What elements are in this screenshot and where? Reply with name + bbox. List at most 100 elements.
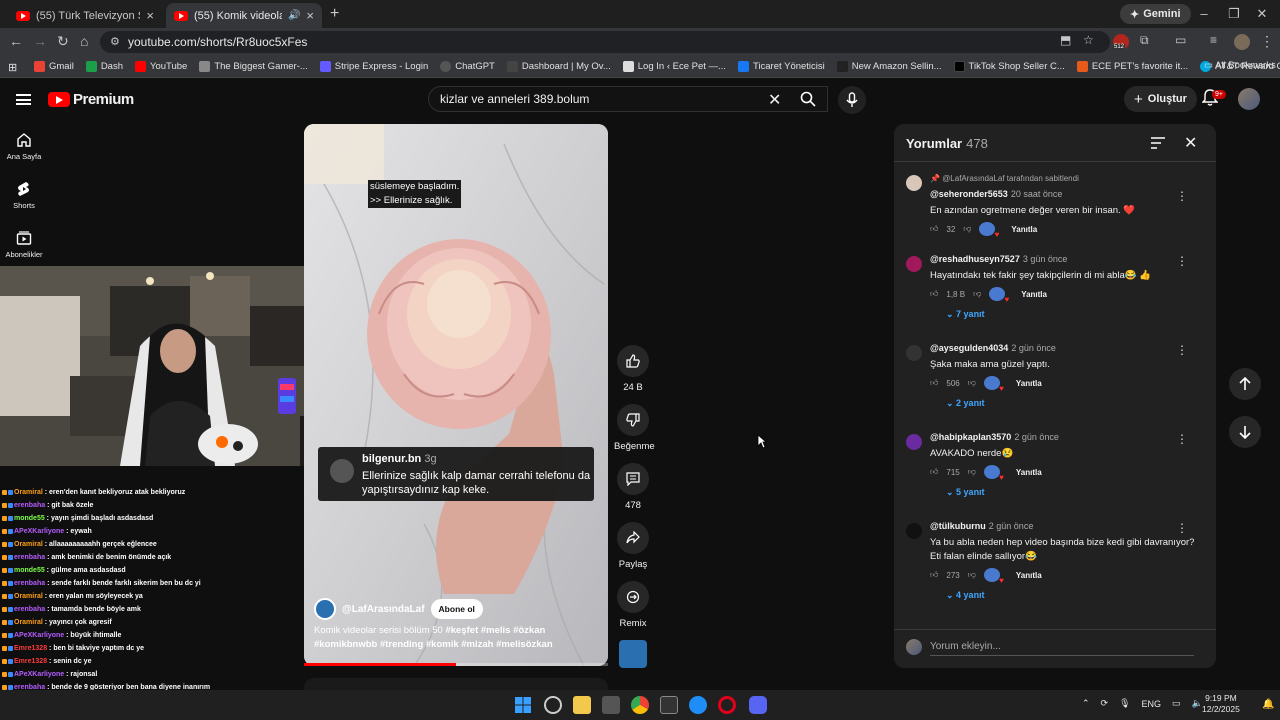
search-button[interactable] xyxy=(788,86,828,112)
bookmark-amazon[interactable]: New Amazon Sellin... xyxy=(836,61,942,72)
gemini-button[interactable]: ✦ Gemini xyxy=(1120,4,1191,24)
language-indicator[interactable]: ENG xyxy=(1142,699,1162,709)
guide-item-shorts[interactable]: Shorts xyxy=(0,181,48,210)
add-comment-input[interactable]: Yorum ekleyin... xyxy=(930,641,1194,656)
comment-author[interactable]: @habipkaplan3570 2 gün önce xyxy=(930,432,1059,442)
bookmark-dashboard[interactable]: Dashboard | My Ov... xyxy=(506,61,611,72)
discord-icon[interactable] xyxy=(749,696,767,714)
reply-button[interactable]: Yanıtla xyxy=(1011,225,1037,234)
comment-like-icon[interactable]: 👍︎ xyxy=(930,289,938,299)
install-app-icon[interactable]: ⬒ xyxy=(1060,33,1071,47)
comment-author[interactable]: @seheronder5653 20 saat önce xyxy=(930,189,1062,199)
microphone-tray-icon[interactable]: 🎙 xyxy=(1119,698,1130,709)
voice-search-button[interactable] xyxy=(838,86,866,114)
comment-dislike-icon[interactable]: 👎︎ xyxy=(968,378,976,388)
url-field[interactable]: ⚙ youtube.com/shorts/Rr8uoc5xFes xyxy=(100,31,1110,53)
sync-icon[interactable]: ⟳ xyxy=(1101,698,1109,709)
comment-menu-icon[interactable]: ⋮ xyxy=(1176,432,1188,446)
create-button[interactable]: + Oluştur xyxy=(1124,86,1197,112)
site-info-icon[interactable]: ⚙ xyxy=(110,35,120,48)
kebab-menu-icon[interactable]: ⋮ xyxy=(1260,33,1274,50)
comment-menu-icon[interactable]: ⋮ xyxy=(1176,189,1188,203)
comment-like-icon[interactable]: 👍︎ xyxy=(930,378,938,388)
guide-item-subscriptions[interactable]: Abonelikler xyxy=(0,230,48,259)
capcut-icon[interactable] xyxy=(660,696,678,714)
dislike-button[interactable]: Beğenme xyxy=(614,404,655,452)
shorts-video-player[interactable]: süslemeye başladım. >> Ellerinize sağlık… xyxy=(304,124,608,666)
forward-arrow-icon[interactable]: → xyxy=(33,33,47,49)
audio-icon[interactable]: 🔊 xyxy=(288,10,300,21)
browser-tab[interactable]: (55) Türk Televizyon Sağmalıkla × xyxy=(8,3,162,28)
like-button[interactable]: 24 B xyxy=(614,345,652,393)
windows-start-icon[interactable] xyxy=(515,697,531,713)
comment-like-icon[interactable]: 👍︎ xyxy=(930,467,938,477)
view-replies-button[interactable]: ⌄ 5 yanıt xyxy=(946,487,985,498)
short-description[interactable]: Komik videolar serisi bölüm 50 #keşfet #… xyxy=(314,624,602,652)
reply-button[interactable]: Yanıtla xyxy=(1021,290,1047,299)
bookmark-dash[interactable]: Dash xyxy=(85,61,123,72)
tray-chevron-icon[interactable]: ⌃ xyxy=(1082,698,1090,709)
notifications-icon[interactable]: 🔔 xyxy=(1262,699,1274,710)
hamburger-menu-icon[interactable] xyxy=(16,94,31,105)
bookmark-tiktok[interactable]: TikTok Shop Seller C... xyxy=(953,61,1065,72)
reply-button[interactable]: Yanıtla xyxy=(1016,468,1042,477)
comment-dislike-icon[interactable]: 👎︎ xyxy=(963,224,971,234)
bookmark-ecepet[interactable]: ECE PET's favorite it... xyxy=(1076,61,1188,72)
comment-avatar[interactable] xyxy=(906,345,922,361)
close-comments-icon[interactable]: ✕ xyxy=(1184,133,1197,153)
new-tab-icon[interactable]: + xyxy=(330,5,339,23)
close-window-icon[interactable]: ✕ xyxy=(1252,6,1272,22)
apps-grid-icon[interactable]: ⊞ xyxy=(8,61,17,74)
comment-author[interactable]: @tülkuburnu 2 gün önce xyxy=(930,521,1033,531)
reply-button[interactable]: Yanıtla xyxy=(1016,571,1042,580)
comment-author[interactable]: @aysegulden4034 2 gün önce xyxy=(930,343,1056,353)
bookmark-gamer[interactable]: The Biggest Gamer-... xyxy=(199,61,308,72)
previous-short-button[interactable] xyxy=(1229,368,1261,400)
sound-source-thumbnail[interactable] xyxy=(619,640,647,668)
file-explorer-icon[interactable] xyxy=(573,696,591,714)
reload-icon[interactable]: ↻ xyxy=(57,33,69,50)
view-replies-button[interactable]: ⌄ 4 yanıt xyxy=(946,590,985,601)
share-button[interactable]: Paylaş xyxy=(614,522,652,570)
network-icon[interactable]: ▭ xyxy=(1172,698,1181,709)
reply-button[interactable]: Yanıtla xyxy=(1016,379,1042,388)
view-replies-button[interactable]: ⌄ 7 yanıt xyxy=(946,309,985,320)
bookmark-gmail[interactable]: Gmail xyxy=(34,61,74,72)
video-progress-bar[interactable] xyxy=(304,663,608,666)
opera-icon[interactable] xyxy=(718,696,736,714)
comment-dislike-icon[interactable]: 👎︎ xyxy=(968,570,976,580)
bookmark-star-icon[interactable]: ☆ xyxy=(1083,33,1094,47)
guide-item-home[interactable]: Ana Sayfa xyxy=(0,132,48,161)
bookmark-chatgpt[interactable]: ChatGPT xyxy=(440,61,495,72)
description-hashtags[interactable]: #keşfet #melis #özkan xyxy=(445,625,545,636)
comment-menu-icon[interactable]: ⋮ xyxy=(1176,521,1188,535)
comment-avatar[interactable] xyxy=(906,523,922,539)
account-avatar[interactable] xyxy=(1238,88,1260,110)
description-hashtags[interactable]: #komikbnwbb #trending #komik #mizah #mel… xyxy=(314,639,553,650)
bookmark-youtube[interactable]: YouTube xyxy=(135,61,187,72)
extensions-puzzle-icon[interactable]: ⧉ xyxy=(1140,33,1149,48)
restore-icon[interactable]: ❐ xyxy=(1224,6,1244,22)
comment-dislike-icon[interactable]: 👎︎ xyxy=(973,289,981,299)
clear-search-icon[interactable]: ✕ xyxy=(768,90,781,110)
home-icon[interactable]: ⌂ xyxy=(80,33,88,49)
all-bookmarks-button[interactable]: ▭ All Bookmarks xyxy=(1204,60,1276,71)
close-tab-icon[interactable]: × xyxy=(146,8,154,23)
remix-button[interactable]: Remix xyxy=(614,581,652,629)
minimize-icon[interactable]: – xyxy=(1194,6,1214,21)
comment-avatar[interactable] xyxy=(906,256,922,272)
comment-dislike-icon[interactable]: 👎︎ xyxy=(968,467,976,477)
bookmark-ecepet-login[interactable]: Log In ‹ Ece Pet —... xyxy=(622,61,726,72)
bookmark-ticaret[interactable]: Ticaret Yöneticisi xyxy=(737,61,825,72)
close-tab-icon[interactable]: × xyxy=(306,8,314,23)
comment-avatar[interactable] xyxy=(906,175,922,191)
g-app-icon[interactable] xyxy=(689,696,707,714)
chrome-icon[interactable] xyxy=(631,696,649,714)
sidepanel-icon[interactable]: ▭ xyxy=(1175,33,1186,47)
comments-button[interactable]: 478 xyxy=(614,463,652,511)
comment-author[interactable]: @reshadhuseyn7527 3 gün önce xyxy=(930,254,1067,264)
youtube-premium-logo[interactable]: Premium xyxy=(48,91,134,108)
profile-avatar[interactable] xyxy=(1234,34,1250,50)
steam-icon[interactable] xyxy=(544,696,562,714)
media-control-icon[interactable]: ≡ xyxy=(1210,33,1217,47)
